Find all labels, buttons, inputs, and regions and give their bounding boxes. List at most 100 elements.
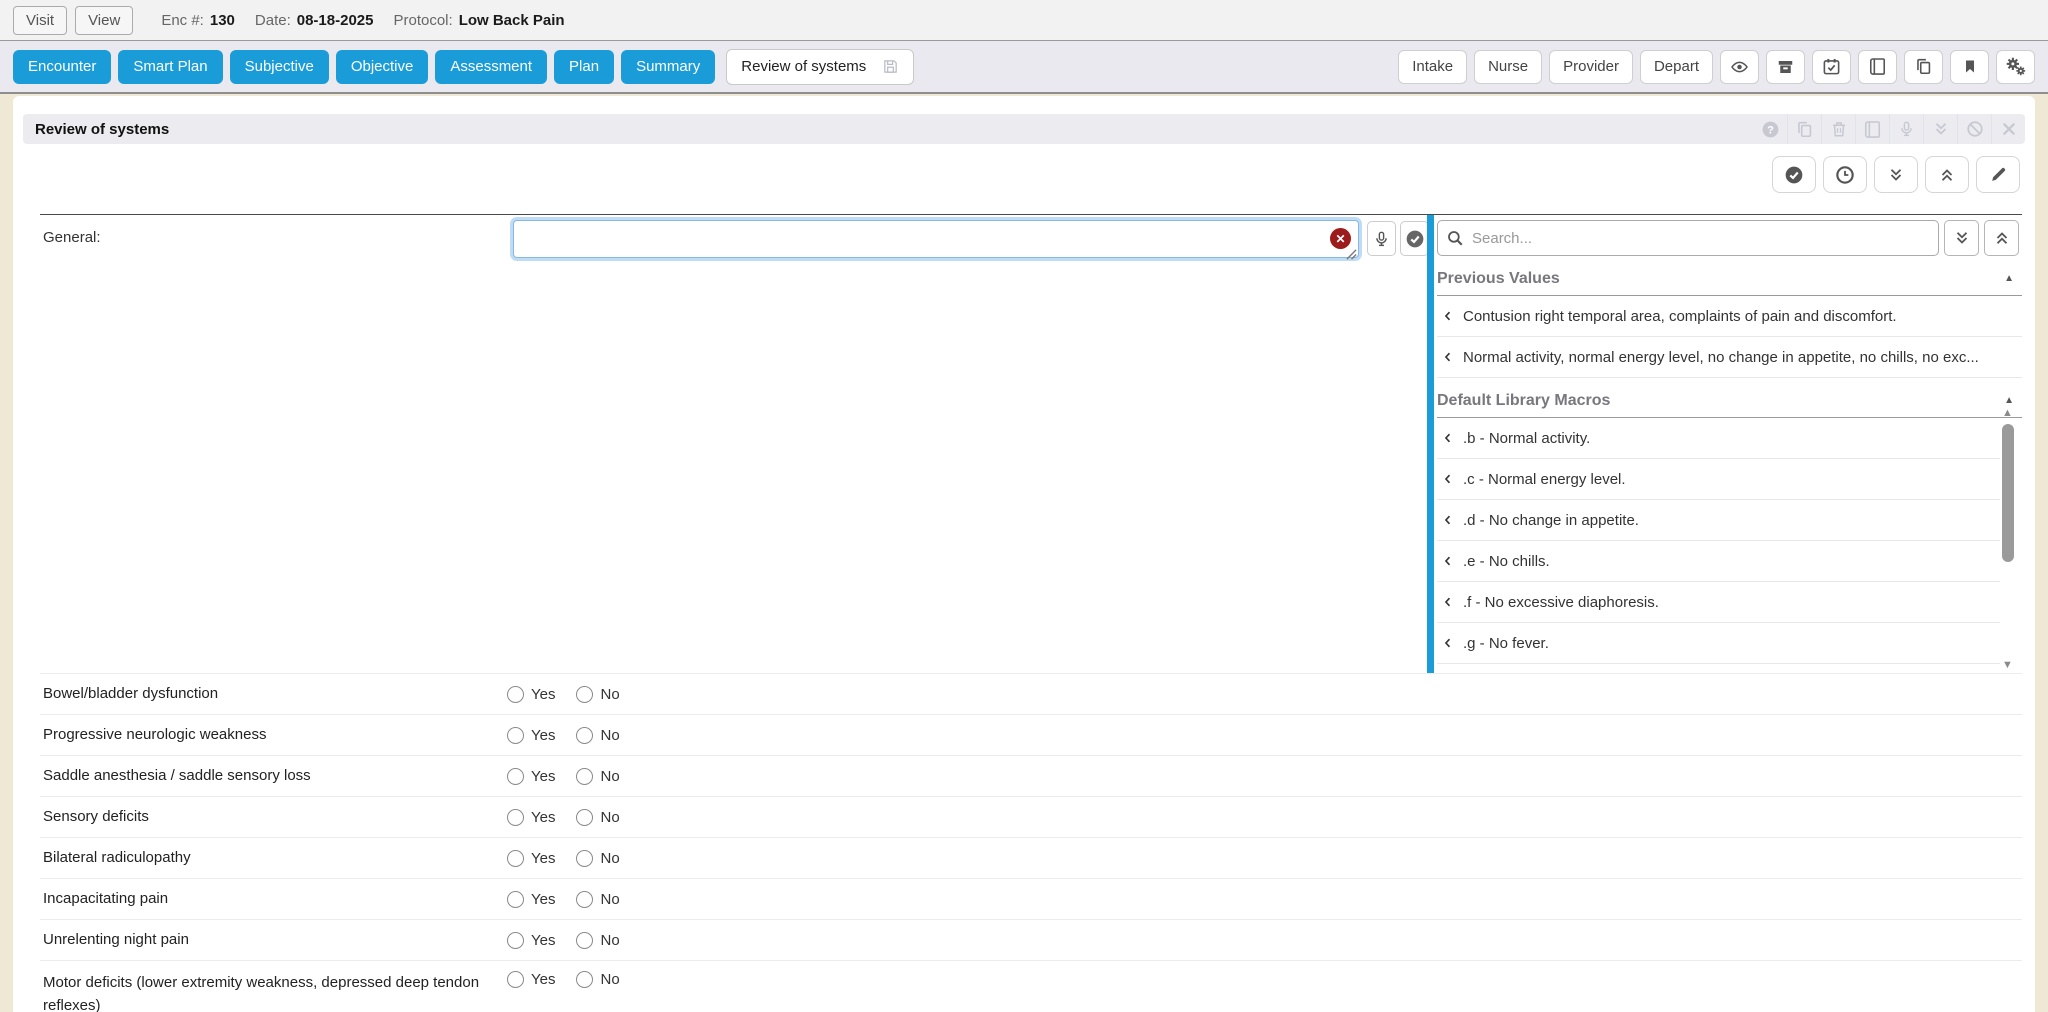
double-chevron-up-button[interactable] <box>1925 156 1969 193</box>
yes-label: Yes <box>531 727 555 744</box>
book-button[interactable] <box>1858 50 1897 84</box>
yes-option[interactable]: Yes <box>507 850 555 867</box>
yes-radio[interactable] <box>507 891 524 908</box>
stage-button-provider[interactable]: Provider <box>1549 50 1633 84</box>
previous-value-item[interactable]: Normal activity, normal energy level, no… <box>1437 337 2022 378</box>
close-button[interactable] <box>1991 114 2025 144</box>
nav-tab-encounter[interactable]: Encounter <box>13 50 111 84</box>
macro-item[interactable]: .h - Does not have the feeling of malais… <box>1437 664 2000 673</box>
nav-tab-plan[interactable]: Plan <box>554 50 614 84</box>
yes-radio[interactable] <box>507 686 524 703</box>
expand-all-button[interactable] <box>1944 220 1979 256</box>
resize-grip[interactable] <box>1346 247 1357 265</box>
yes-no-options: Yes No <box>507 971 620 988</box>
no-label: No <box>600 686 619 703</box>
macro-item[interactable]: .c - Normal energy level. <box>1437 459 2000 500</box>
macros-list: .b - Normal activity..c - Normal energy … <box>1437 418 2000 673</box>
calendar-check-button[interactable] <box>1812 50 1851 84</box>
ban-button[interactable] <box>1957 114 1991 144</box>
no-option[interactable]: No <box>576 850 619 867</box>
macro-item[interactable]: .f - No excessive diaphoresis. <box>1437 582 2000 623</box>
no-radio[interactable] <box>576 727 593 744</box>
macro-item[interactable]: .e - No chills. <box>1437 541 2000 582</box>
no-radio[interactable] <box>576 686 593 703</box>
view-button[interactable]: View <box>75 6 133 35</box>
double-chevron-down-button[interactable] <box>1874 156 1918 193</box>
nav-tab-summary[interactable]: Summary <box>621 50 715 84</box>
no-radio[interactable] <box>576 891 593 908</box>
ros-question-label: Unrelenting night pain <box>40 928 507 951</box>
pencil-button[interactable] <box>1976 156 2020 193</box>
no-label: No <box>600 809 619 826</box>
scrollbar-thumb[interactable] <box>2002 424 2014 562</box>
tab-review-of-systems[interactable]: Review of systems <box>726 49 914 85</box>
no-option[interactable]: No <box>576 932 619 949</box>
trash-button[interactable] <box>1821 114 1855 144</box>
stage-button-intake[interactable]: Intake <box>1398 50 1467 84</box>
no-option[interactable]: No <box>576 686 619 703</box>
stage-button-nurse[interactable]: Nurse <box>1474 50 1542 84</box>
clock-button[interactable] <box>1823 156 1867 193</box>
no-radio[interactable] <box>576 971 593 988</box>
yes-radio[interactable] <box>507 932 524 949</box>
ros-question-label: Saddle anesthesia / saddle sensory loss <box>40 764 507 787</box>
yes-option[interactable]: Yes <box>507 768 555 785</box>
clear-input-button[interactable]: ✕ <box>1330 228 1351 249</box>
yes-option[interactable]: Yes <box>507 727 555 744</box>
no-radio[interactable] <box>576 809 593 826</box>
yes-radio[interactable] <box>507 971 524 988</box>
eye-button[interactable] <box>1720 50 1759 84</box>
no-radio[interactable] <box>576 850 593 867</box>
scroll-down-icon[interactable]: ▼ <box>2002 660 2013 671</box>
check-circle-button[interactable] <box>1772 156 1816 193</box>
macro-item[interactable]: .b - Normal activity. <box>1437 418 2000 459</box>
dictate-button[interactable] <box>1367 221 1396 256</box>
macros-scrollbar[interactable]: ▲ ▼ <box>2001 408 2016 673</box>
yes-option[interactable]: Yes <box>507 971 555 988</box>
copy-button[interactable] <box>1787 114 1821 144</box>
nav-tab-smart-plan[interactable]: Smart Plan <box>118 50 222 84</box>
yes-radio[interactable] <box>507 850 524 867</box>
stage-button-depart[interactable]: Depart <box>1640 50 1713 84</box>
no-option[interactable]: No <box>576 891 619 908</box>
search-input[interactable] <box>1437 220 1939 256</box>
yes-option[interactable]: Yes <box>507 932 555 949</box>
no-option[interactable]: No <box>576 971 619 988</box>
book-button[interactable] <box>1855 114 1889 144</box>
no-radio[interactable] <box>576 932 593 949</box>
default-library-macros-header[interactable]: Default Library Macros ▲ <box>1437 384 2022 418</box>
no-option[interactable]: No <box>576 727 619 744</box>
help-button[interactable]: ? <box>1753 114 1787 144</box>
yes-option[interactable]: Yes <box>507 809 555 826</box>
yes-radio[interactable] <box>507 727 524 744</box>
calendar-check-icon <box>1822 57 1841 76</box>
no-radio[interactable] <box>576 768 593 785</box>
yes-radio[interactable] <box>507 768 524 785</box>
previous-values-header[interactable]: Previous Values ▲ <box>1437 262 2022 296</box>
collapse-all-button[interactable] <box>1984 220 2019 256</box>
nav-tab-assessment[interactable]: Assessment <box>435 50 547 84</box>
nav-tab-objective[interactable]: Objective <box>336 50 429 84</box>
macro-item[interactable]: .d - No change in appetite. <box>1437 500 2000 541</box>
yes-radio[interactable] <box>507 809 524 826</box>
no-option[interactable]: No <box>576 809 619 826</box>
yes-option[interactable]: Yes <box>507 891 555 908</box>
scroll-up-icon[interactable]: ▲ <box>2002 408 2013 419</box>
stage-buttons: IntakeNurseProviderDepart <box>1398 50 1713 84</box>
microphone-button[interactable] <box>1889 114 1923 144</box>
no-option[interactable]: No <box>576 768 619 785</box>
gears-button[interactable] <box>1996 50 2035 84</box>
bookmark-button[interactable] <box>1950 50 1989 84</box>
visit-button[interactable]: Visit <box>13 6 67 35</box>
date-value: 08-18-2025 <box>297 12 374 29</box>
double-chevron-down-button[interactable] <box>1923 114 1957 144</box>
copy-button[interactable] <box>1904 50 1943 84</box>
general-input-wrap: ✕ <box>513 220 1359 258</box>
previous-value-item[interactable]: Contusion right temporal area, complaint… <box>1437 296 2022 337</box>
confirm-button[interactable] <box>1400 221 1429 256</box>
nav-tab-subjective[interactable]: Subjective <box>230 50 329 84</box>
archive-button[interactable] <box>1766 50 1805 84</box>
yes-option[interactable]: Yes <box>507 686 555 703</box>
general-input[interactable] <box>513 220 1359 258</box>
macro-item[interactable]: .g - No fever. <box>1437 623 2000 664</box>
